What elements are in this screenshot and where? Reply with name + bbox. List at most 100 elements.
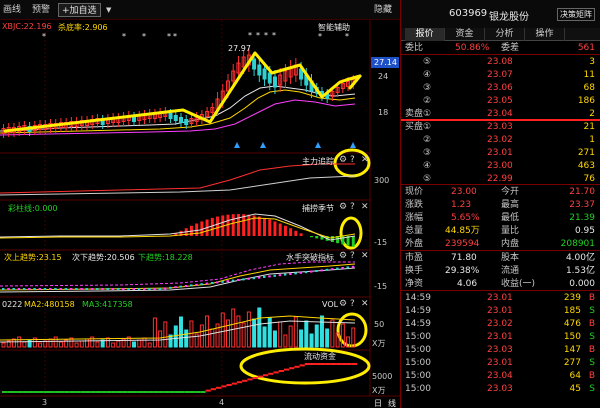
candle-body <box>262 68 267 80</box>
tick-direction: B <box>588 293 595 303</box>
capital-step <box>54 391 60 393</box>
trend-dot <box>221 280 224 283</box>
line-period-tab[interactable]: 线 <box>388 398 396 408</box>
trend-bottom-name: 下趋势 <box>138 253 162 262</box>
volume-bar <box>27 339 32 348</box>
ma2-value: 480158 <box>44 300 75 309</box>
trend-dot <box>174 286 177 289</box>
trend-dot <box>137 288 141 290</box>
trend-dot <box>216 281 219 284</box>
tab-operation[interactable]: 操作 <box>525 28 565 41</box>
add-watchlist-button[interactable]: +加自选 <box>58 3 101 17</box>
sell-level-label: ④ <box>423 70 432 80</box>
alert-button[interactable]: 预警 <box>32 3 50 17</box>
close-icon[interactable]: ✕ <box>361 202 369 212</box>
capital-step <box>273 371 279 374</box>
trend-dot <box>236 279 240 281</box>
capital-step <box>12 391 18 393</box>
divider <box>401 290 600 291</box>
stat-label: 外盘 <box>405 239 424 249</box>
trend-up-name: 次上趋势 <box>4 253 36 262</box>
hide-panel-button[interactable]: 隐藏 <box>374 3 392 17</box>
tab-capital[interactable]: 资金 <box>445 28 485 41</box>
help-icon[interactable]: ? <box>350 155 355 165</box>
vol-panel-name[interactable]: VOL <box>322 300 338 309</box>
sell-row[interactable]: ③ 23.06 68 <box>401 82 600 94</box>
signal-arrows <box>234 142 356 148</box>
tab-analysis[interactable]: 分析 <box>485 28 525 41</box>
stat-value: 1.23 <box>451 200 472 210</box>
tick-price: 23.01 <box>487 293 513 303</box>
decision-matrix-button[interactable]: 决策矩阵 <box>557 8 595 21</box>
buy-row[interactable]: ② 23.02 1 <box>401 134 600 146</box>
chart-toolbar: 画线 预警 +加自选 ▼ 隐藏 <box>0 0 400 20</box>
weicha-label: 委差 <box>501 43 520 53</box>
capital-step <box>101 391 107 393</box>
trend-dot <box>247 277 250 280</box>
capital-step <box>153 391 159 393</box>
capital-step <box>289 367 295 370</box>
close-icon[interactable]: ✕ <box>361 155 369 165</box>
gear-icon[interactable]: ⚙ <box>339 251 347 261</box>
help-icon[interactable]: ? <box>350 299 355 309</box>
stat-row: 总量 44.85万 量比 0.95 <box>401 225 600 237</box>
help-icon[interactable]: ? <box>350 251 355 261</box>
gear-icon[interactable]: ⚙ <box>339 155 347 165</box>
draw-line-button[interactable]: 画线 <box>3 3 21 17</box>
volume-bar <box>179 316 183 348</box>
capital-step <box>236 381 243 384</box>
capital-step <box>90 391 96 393</box>
stat-value: 23.37 <box>569 200 595 210</box>
close-icon[interactable]: ✕ <box>361 299 369 309</box>
buy-row[interactable]: 买盘① 23.03 21 <box>401 121 600 133</box>
indicator-shadi-label: 杀底率:2.906 <box>58 23 108 32</box>
volume-bar <box>330 319 335 348</box>
capital-step <box>106 391 112 393</box>
caifeng-bar <box>283 225 287 236</box>
capital-step <box>330 363 337 365</box>
main-force-panel-name[interactable]: 主力追踪 <box>302 156 334 167</box>
caifeng-label: 彩柱线:0.000 <box>8 204 58 213</box>
volume-bar <box>48 338 53 348</box>
capital-panel-name[interactable]: 流动资金 <box>304 351 336 362</box>
quote-header: 603969 银龙股份 决策矩阵 <box>401 0 600 28</box>
candle-body <box>184 119 189 125</box>
sell-row[interactable]: ⑤ 23.08 3 <box>401 56 600 68</box>
chevron-down-icon[interactable]: ▼ <box>106 3 111 17</box>
sailor-breakout-panel-name[interactable]: 水手突破指标 <box>286 252 334 263</box>
volume-bar <box>257 307 262 348</box>
caifeng-bar <box>263 217 267 236</box>
buy-row[interactable]: ③ 23.01 271 <box>401 147 600 159</box>
trend-up-value: 23.15 <box>38 253 62 262</box>
caifeng-panel-name[interactable]: 捕捞季节 <box>302 203 334 214</box>
capital-step <box>127 391 133 393</box>
tab-quote[interactable]: 报价 <box>405 28 445 41</box>
trend-dot <box>315 270 318 272</box>
help-icon[interactable]: ? <box>350 202 355 212</box>
sell-level-label: ② <box>423 96 432 106</box>
indicator-xbjc-name: XBJC <box>2 22 21 31</box>
capital-step <box>132 391 138 393</box>
buy-level-label: ② <box>423 135 432 145</box>
sell-volume: 11 <box>583 70 595 80</box>
buy-row[interactable]: ④ 23.00 463 <box>401 160 600 172</box>
capital-step <box>2 391 8 393</box>
trend-dot <box>263 276 266 278</box>
capital-step <box>315 363 321 365</box>
sell-row[interactable]: ④ 23.07 11 <box>401 69 600 81</box>
stat-label: 涨跌 <box>405 200 424 210</box>
gear-icon[interactable]: ⚙ <box>339 202 347 212</box>
tick-price: 23.04 <box>487 371 513 381</box>
stat-value: 0.95 <box>574 226 595 236</box>
gear-icon[interactable]: ⚙ <box>339 299 347 309</box>
trend-dot <box>95 288 99 290</box>
capital-step <box>252 377 258 379</box>
day-period-tab[interactable]: 日 <box>374 398 382 408</box>
trend-dot <box>310 270 313 273</box>
trend-dots <box>2 265 355 290</box>
caifeng-bar <box>257 216 261 236</box>
sell-row[interactable]: ② 23.05 186 <box>401 95 600 107</box>
close-icon[interactable]: ✕ <box>361 251 369 261</box>
trend-dot <box>12 288 15 290</box>
volume-bar <box>288 325 293 348</box>
